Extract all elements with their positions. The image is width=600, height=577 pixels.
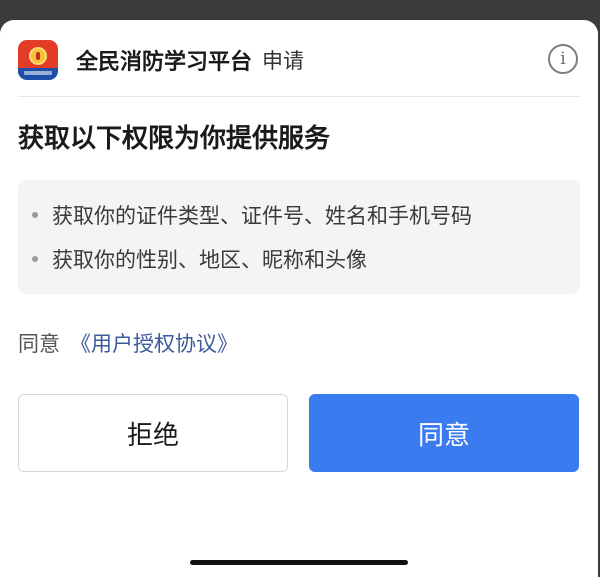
permission-text: 获取你的性别、地区、昵称和头像 bbox=[52, 248, 367, 272]
authorization-sheet: 全民消防学习平台 申请 i 获取以下权限为你提供服务 获取你的证件类型、证件号、… bbox=[0, 20, 598, 577]
header: 全民消防学习平台 申请 i bbox=[18, 40, 580, 80]
logo-strip bbox=[24, 71, 52, 75]
list-item: 获取你的性别、地区、昵称和头像 bbox=[32, 244, 367, 274]
header-divider bbox=[18, 96, 580, 97]
list-item: 获取你的证件类型、证件号、姓名和手机号码 bbox=[32, 200, 472, 230]
reject-button[interactable]: 拒绝 bbox=[18, 394, 288, 472]
bullet-icon bbox=[32, 212, 38, 218]
bullet-icon bbox=[32, 256, 38, 262]
home-indicator bbox=[190, 560, 408, 565]
agreement-prefix: 同意 bbox=[18, 332, 60, 356]
user-agreement-link[interactable]: 《用户授权协议》 bbox=[70, 332, 238, 356]
app-logo-icon bbox=[18, 40, 58, 80]
info-icon[interactable]: i bbox=[548, 44, 578, 74]
permission-list: 获取你的证件类型、证件号、姓名和手机号码 获取你的性别、地区、昵称和头像 bbox=[18, 180, 580, 294]
apply-label: 申请 bbox=[262, 49, 305, 73]
permission-text: 获取你的证件类型、证件号、姓名和手机号码 bbox=[52, 204, 472, 228]
agreement-line: 同意 《用户授权协议》 bbox=[18, 328, 238, 358]
app-name: 全民消防学习平台 bbox=[76, 50, 253, 75]
page-title: 获取以下权限为你提供服务 bbox=[18, 124, 331, 154]
fire-emblem-icon bbox=[29, 47, 47, 65]
agree-button[interactable]: 同意 bbox=[309, 394, 579, 472]
